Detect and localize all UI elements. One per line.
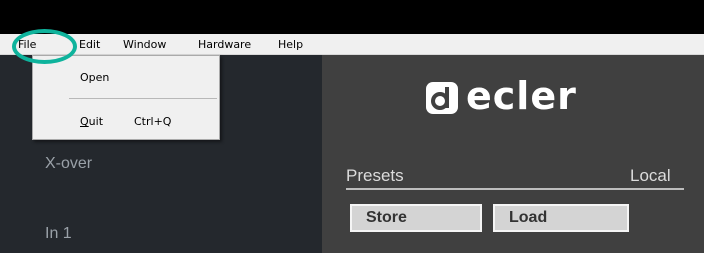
file-menu-dropdown: Open Quit Ctrl+Q <box>32 55 220 140</box>
menu-window[interactable]: Window <box>123 38 166 51</box>
presets-location: Local <box>630 166 671 185</box>
quit-shortcut: Ctrl+Q <box>134 115 172 128</box>
input-1-label[interactable]: In 1 <box>45 225 72 243</box>
divider <box>346 188 684 190</box>
menu-edit[interactable]: Edit <box>79 38 100 51</box>
brand-name: ecler <box>466 74 577 118</box>
menu-item-open[interactable]: Open <box>80 71 109 84</box>
quit-mnemonic-q: Q <box>80 115 89 128</box>
file-highlight-ring <box>12 29 77 64</box>
menu-bar: File Edit Window Hardware Help <box>0 34 704 55</box>
menu-hardware[interactable]: Hardware <box>198 38 251 51</box>
xover-label[interactable]: X-over <box>45 155 92 173</box>
title-bar <box>0 0 704 34</box>
store-button[interactable]: Store <box>350 204 482 232</box>
presets-title: Presets <box>346 166 404 185</box>
load-button[interactable]: Load <box>493 204 629 232</box>
ecler-logo: ecler <box>426 74 626 118</box>
menu-item-quit[interactable]: Quit <box>80 115 103 128</box>
menu-separator <box>69 98 217 99</box>
quit-label-rest: uit <box>88 115 104 128</box>
menu-help[interactable]: Help <box>278 38 303 51</box>
ecler-logo-icon <box>426 82 458 114</box>
